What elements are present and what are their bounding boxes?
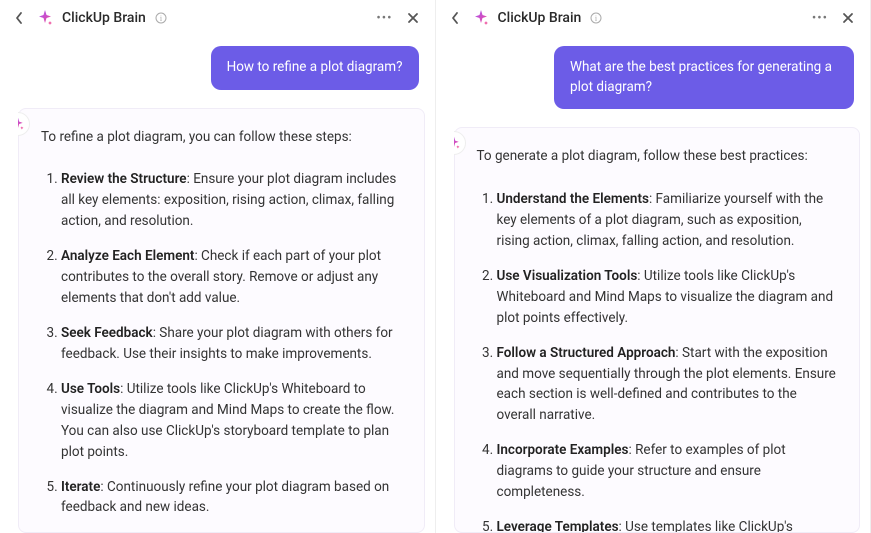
- answer-intro: To refine a plot diagram, you can follow…: [41, 127, 402, 148]
- info-icon[interactable]: i: [589, 11, 603, 25]
- answer-list-left: Review the Structure: Ensure your plot d…: [41, 169, 402, 518]
- list-item: Analyze Each Element: Check if each part…: [61, 246, 402, 309]
- list-item: Incorporate Examples: Refer to examples …: [497, 440, 838, 503]
- sparkle-icon: [36, 9, 54, 27]
- svg-text:i: i: [160, 14, 163, 23]
- list-item: Follow a Structured Approach: Start with…: [497, 343, 838, 427]
- answer-intro: To generate a plot diagram, follow these…: [477, 146, 838, 167]
- assistant-answer-card: To refine a plot diagram, you can follow…: [18, 108, 425, 533]
- info-icon[interactable]: i: [154, 11, 168, 25]
- page-title: ClickUp Brain: [498, 10, 582, 26]
- answer-list-right: Understand the Elements: Familiarize you…: [477, 189, 838, 533]
- assistant-answer-wrap: To refine a plot diagram, you can follow…: [18, 108, 425, 533]
- list-item: Leverage Templates: Use templates like C…: [497, 517, 838, 533]
- user-message-bubble: What are the best practices for generati…: [554, 46, 854, 109]
- user-message-row: How to refine a plot diagram?: [0, 36, 435, 108]
- assistant-answer-wrap: To generate a plot diagram, follow these…: [454, 127, 861, 533]
- close-icon[interactable]: [838, 8, 858, 28]
- more-icon[interactable]: •••: [810, 8, 830, 28]
- user-message-row: What are the best practices for generati…: [436, 36, 871, 127]
- more-icon[interactable]: •••: [375, 8, 395, 28]
- list-item: Iterate: Continuously refine your plot d…: [61, 477, 402, 519]
- chat-panel-left: ClickUp Brain i ••• How to refine a plot…: [0, 0, 436, 533]
- list-item: Seek Feedback: Share your plot diagram w…: [61, 323, 402, 365]
- list-item: Understand the Elements: Familiarize you…: [497, 189, 838, 252]
- svg-text:i: i: [595, 14, 598, 23]
- header-left: ClickUp Brain i •••: [0, 0, 435, 36]
- sparkle-icon: [472, 9, 490, 27]
- page-title: ClickUp Brain: [62, 10, 146, 26]
- chevron-left-icon[interactable]: [446, 9, 464, 27]
- user-message-bubble: How to refine a plot diagram?: [211, 46, 419, 90]
- header-right: ClickUp Brain i •••: [436, 0, 871, 36]
- list-item: Use Visualization Tools: Utilize tools l…: [497, 266, 838, 329]
- chat-panel-right: ClickUp Brain i ••• What are the best pr…: [436, 0, 871, 533]
- close-icon[interactable]: [403, 8, 423, 28]
- chevron-left-icon[interactable]: [10, 9, 28, 27]
- assistant-answer-card: To generate a plot diagram, follow these…: [454, 127, 861, 533]
- list-item: Review the Structure: Ensure your plot d…: [61, 169, 402, 232]
- list-item: Use Tools: Utilize tools like ClickUp's …: [61, 379, 402, 463]
